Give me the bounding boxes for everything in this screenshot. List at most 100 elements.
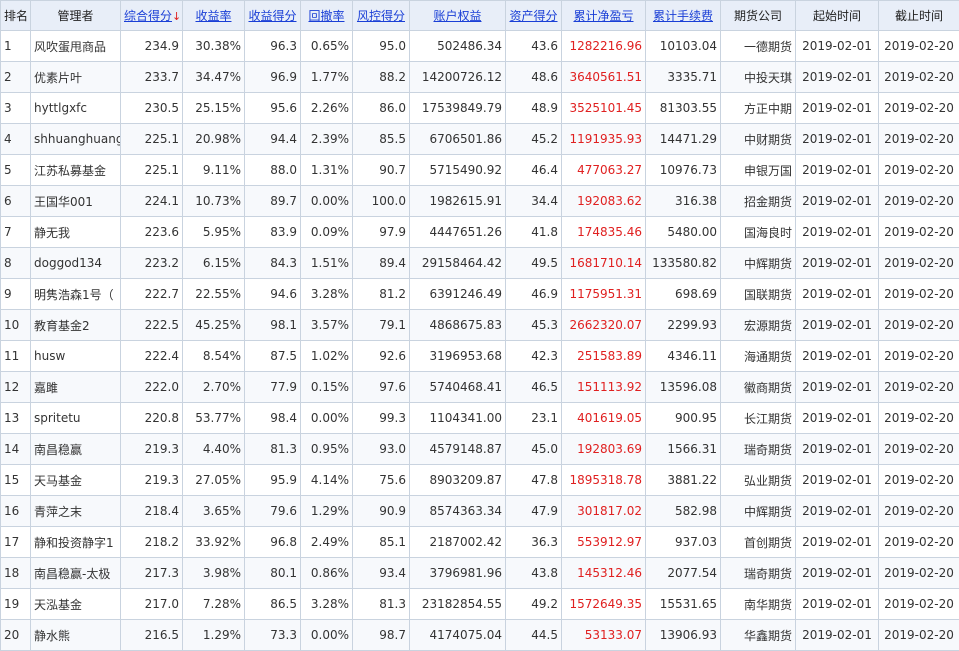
end-date-cell: 2019-02-20 — [879, 155, 959, 186]
drawdown-cell: 0.00% — [301, 186, 353, 217]
manager-link[interactable]: 教育基金2 — [31, 310, 121, 341]
return-rate-cell: 7.28% — [183, 589, 245, 620]
sort-risk-score[interactable]: 风控得分 — [353, 1, 410, 31]
asset-score-cell: 36.3 — [506, 527, 562, 558]
return-score-cell: 83.9 — [245, 217, 301, 248]
fee-cell: 900.95 — [646, 403, 721, 434]
drawdown-cell: 1.51% — [301, 248, 353, 279]
fee-cell: 10976.73 — [646, 155, 721, 186]
composite-score-cell: 222.4 — [121, 341, 183, 372]
col-rank: 排名 — [1, 1, 31, 31]
manager-link[interactable]: 天泓基金 — [31, 589, 121, 620]
rank-cell: 10 — [1, 310, 31, 341]
net-profit-cell: 1175951.31 — [562, 279, 646, 310]
manager-link[interactable]: 静和投资静字1 — [31, 527, 121, 558]
sort-drawdown[interactable]: 回撤率 — [301, 1, 353, 31]
start-date-cell: 2019-02-01 — [796, 465, 879, 496]
sort-net-profit[interactable]: 累计净盈亏 — [562, 1, 646, 31]
equity-cell: 1104341.00 — [410, 403, 506, 434]
drawdown-cell: 2.39% — [301, 124, 353, 155]
fee-cell: 937.03 — [646, 527, 721, 558]
end-date-cell: 2019-02-20 — [879, 558, 959, 589]
asset-score-cell: 47.8 — [506, 465, 562, 496]
sort-equity[interactable]: 账户权益 — [410, 1, 506, 31]
return-rate-cell: 34.47% — [183, 62, 245, 93]
return-rate-cell: 3.65% — [183, 496, 245, 527]
start-date-cell: 2019-02-01 — [796, 31, 879, 62]
risk-score-cell: 75.6 — [353, 465, 410, 496]
manager-link[interactable]: husw — [31, 341, 121, 372]
manager-link[interactable]: 风吹蛋甩商品 — [31, 31, 121, 62]
risk-score-cell: 90.9 — [353, 496, 410, 527]
risk-score-cell: 85.1 — [353, 527, 410, 558]
sort-asset-score[interactable]: 资产得分 — [506, 1, 562, 31]
manager-link[interactable]: spritetu — [31, 403, 121, 434]
drawdown-cell: 0.15% — [301, 372, 353, 403]
net-profit-cell: 1282216.96 — [562, 31, 646, 62]
equity-cell: 5715490.92 — [410, 155, 506, 186]
manager-link[interactable]: doggod134 — [31, 248, 121, 279]
manager-link[interactable]: hyttlgxfc — [31, 93, 121, 124]
sort-return-rate[interactable]: 收益率 — [183, 1, 245, 31]
risk-score-cell: 97.9 — [353, 217, 410, 248]
equity-cell: 6706501.86 — [410, 124, 506, 155]
fee-cell: 13906.93 — [646, 620, 721, 651]
manager-link[interactable]: 静水熊 — [31, 620, 121, 651]
table-header-row: 排名 管理者 综合得分↓ 收益率 收益得分 回撤率 风控得分 账户权益 资产得分… — [1, 1, 959, 31]
net-profit-cell: 477063.27 — [562, 155, 646, 186]
manager-link[interactable]: 静无我 — [31, 217, 121, 248]
manager-link[interactable]: 南昌稳赢-太极 — [31, 558, 121, 589]
company-cell: 中投天琪 — [721, 62, 796, 93]
fee-cell: 5480.00 — [646, 217, 721, 248]
table-row: 3hyttlgxfc230.525.15%95.62.26%86.0175398… — [1, 93, 959, 124]
composite-score-cell: 222.0 — [121, 372, 183, 403]
return-rate-cell: 30.38% — [183, 31, 245, 62]
asset-score-cell: 43.8 — [506, 558, 562, 589]
net-profit-cell: 1191935.93 — [562, 124, 646, 155]
manager-link[interactable]: 王国华001 — [31, 186, 121, 217]
rank-cell: 16 — [1, 496, 31, 527]
manager-link[interactable]: 青萍之末 — [31, 496, 121, 527]
rank-cell: 20 — [1, 620, 31, 651]
rank-cell: 15 — [1, 465, 31, 496]
equity-cell: 3796981.96 — [410, 558, 506, 589]
return-rate-cell: 27.05% — [183, 465, 245, 496]
composite-score-cell: 217.0 — [121, 589, 183, 620]
net-profit-cell: 192083.62 — [562, 186, 646, 217]
rank-cell: 12 — [1, 372, 31, 403]
manager-link[interactable]: 江苏私募基金 — [31, 155, 121, 186]
composite-score-cell: 220.8 — [121, 403, 183, 434]
net-profit-cell: 401619.05 — [562, 403, 646, 434]
risk-score-cell: 93.0 — [353, 434, 410, 465]
manager-link[interactable]: 优素片叶 — [31, 62, 121, 93]
asset-score-cell: 46.9 — [506, 279, 562, 310]
sort-return-score[interactable]: 收益得分 — [245, 1, 301, 31]
composite-score-cell: 223.2 — [121, 248, 183, 279]
drawdown-cell: 3.28% — [301, 279, 353, 310]
composite-score-cell: 218.2 — [121, 527, 183, 558]
equity-cell: 23182854.55 — [410, 589, 506, 620]
table-row: 5江苏私募基金225.19.11%88.01.31%90.75715490.92… — [1, 155, 959, 186]
fee-cell: 582.98 — [646, 496, 721, 527]
sort-fee[interactable]: 累计手续费 — [646, 1, 721, 31]
manager-link[interactable]: 嘉雎 — [31, 372, 121, 403]
risk-score-cell: 95.0 — [353, 31, 410, 62]
sort-composite-score[interactable]: 综合得分↓ — [121, 1, 183, 31]
equity-cell: 502486.34 — [410, 31, 506, 62]
return-score-cell: 96.9 — [245, 62, 301, 93]
manager-link[interactable]: shhuanghuang — [31, 124, 121, 155]
start-date-cell: 2019-02-01 — [796, 248, 879, 279]
drawdown-cell: 3.57% — [301, 310, 353, 341]
start-date-cell: 2019-02-01 — [796, 310, 879, 341]
manager-link[interactable]: 天马基金 — [31, 465, 121, 496]
composite-score-cell: 225.1 — [121, 155, 183, 186]
net-profit-cell: 3640561.51 — [562, 62, 646, 93]
net-profit-cell: 1681710.14 — [562, 248, 646, 279]
manager-link[interactable]: 明隽浩森1号（ — [31, 279, 121, 310]
asset-score-cell: 45.3 — [506, 310, 562, 341]
col-start: 起始时间 — [796, 1, 879, 31]
company-cell: 招金期货 — [721, 186, 796, 217]
manager-link[interactable]: 南昌稳赢 — [31, 434, 121, 465]
company-cell: 华鑫期货 — [721, 620, 796, 651]
drawdown-cell: 4.14% — [301, 465, 353, 496]
